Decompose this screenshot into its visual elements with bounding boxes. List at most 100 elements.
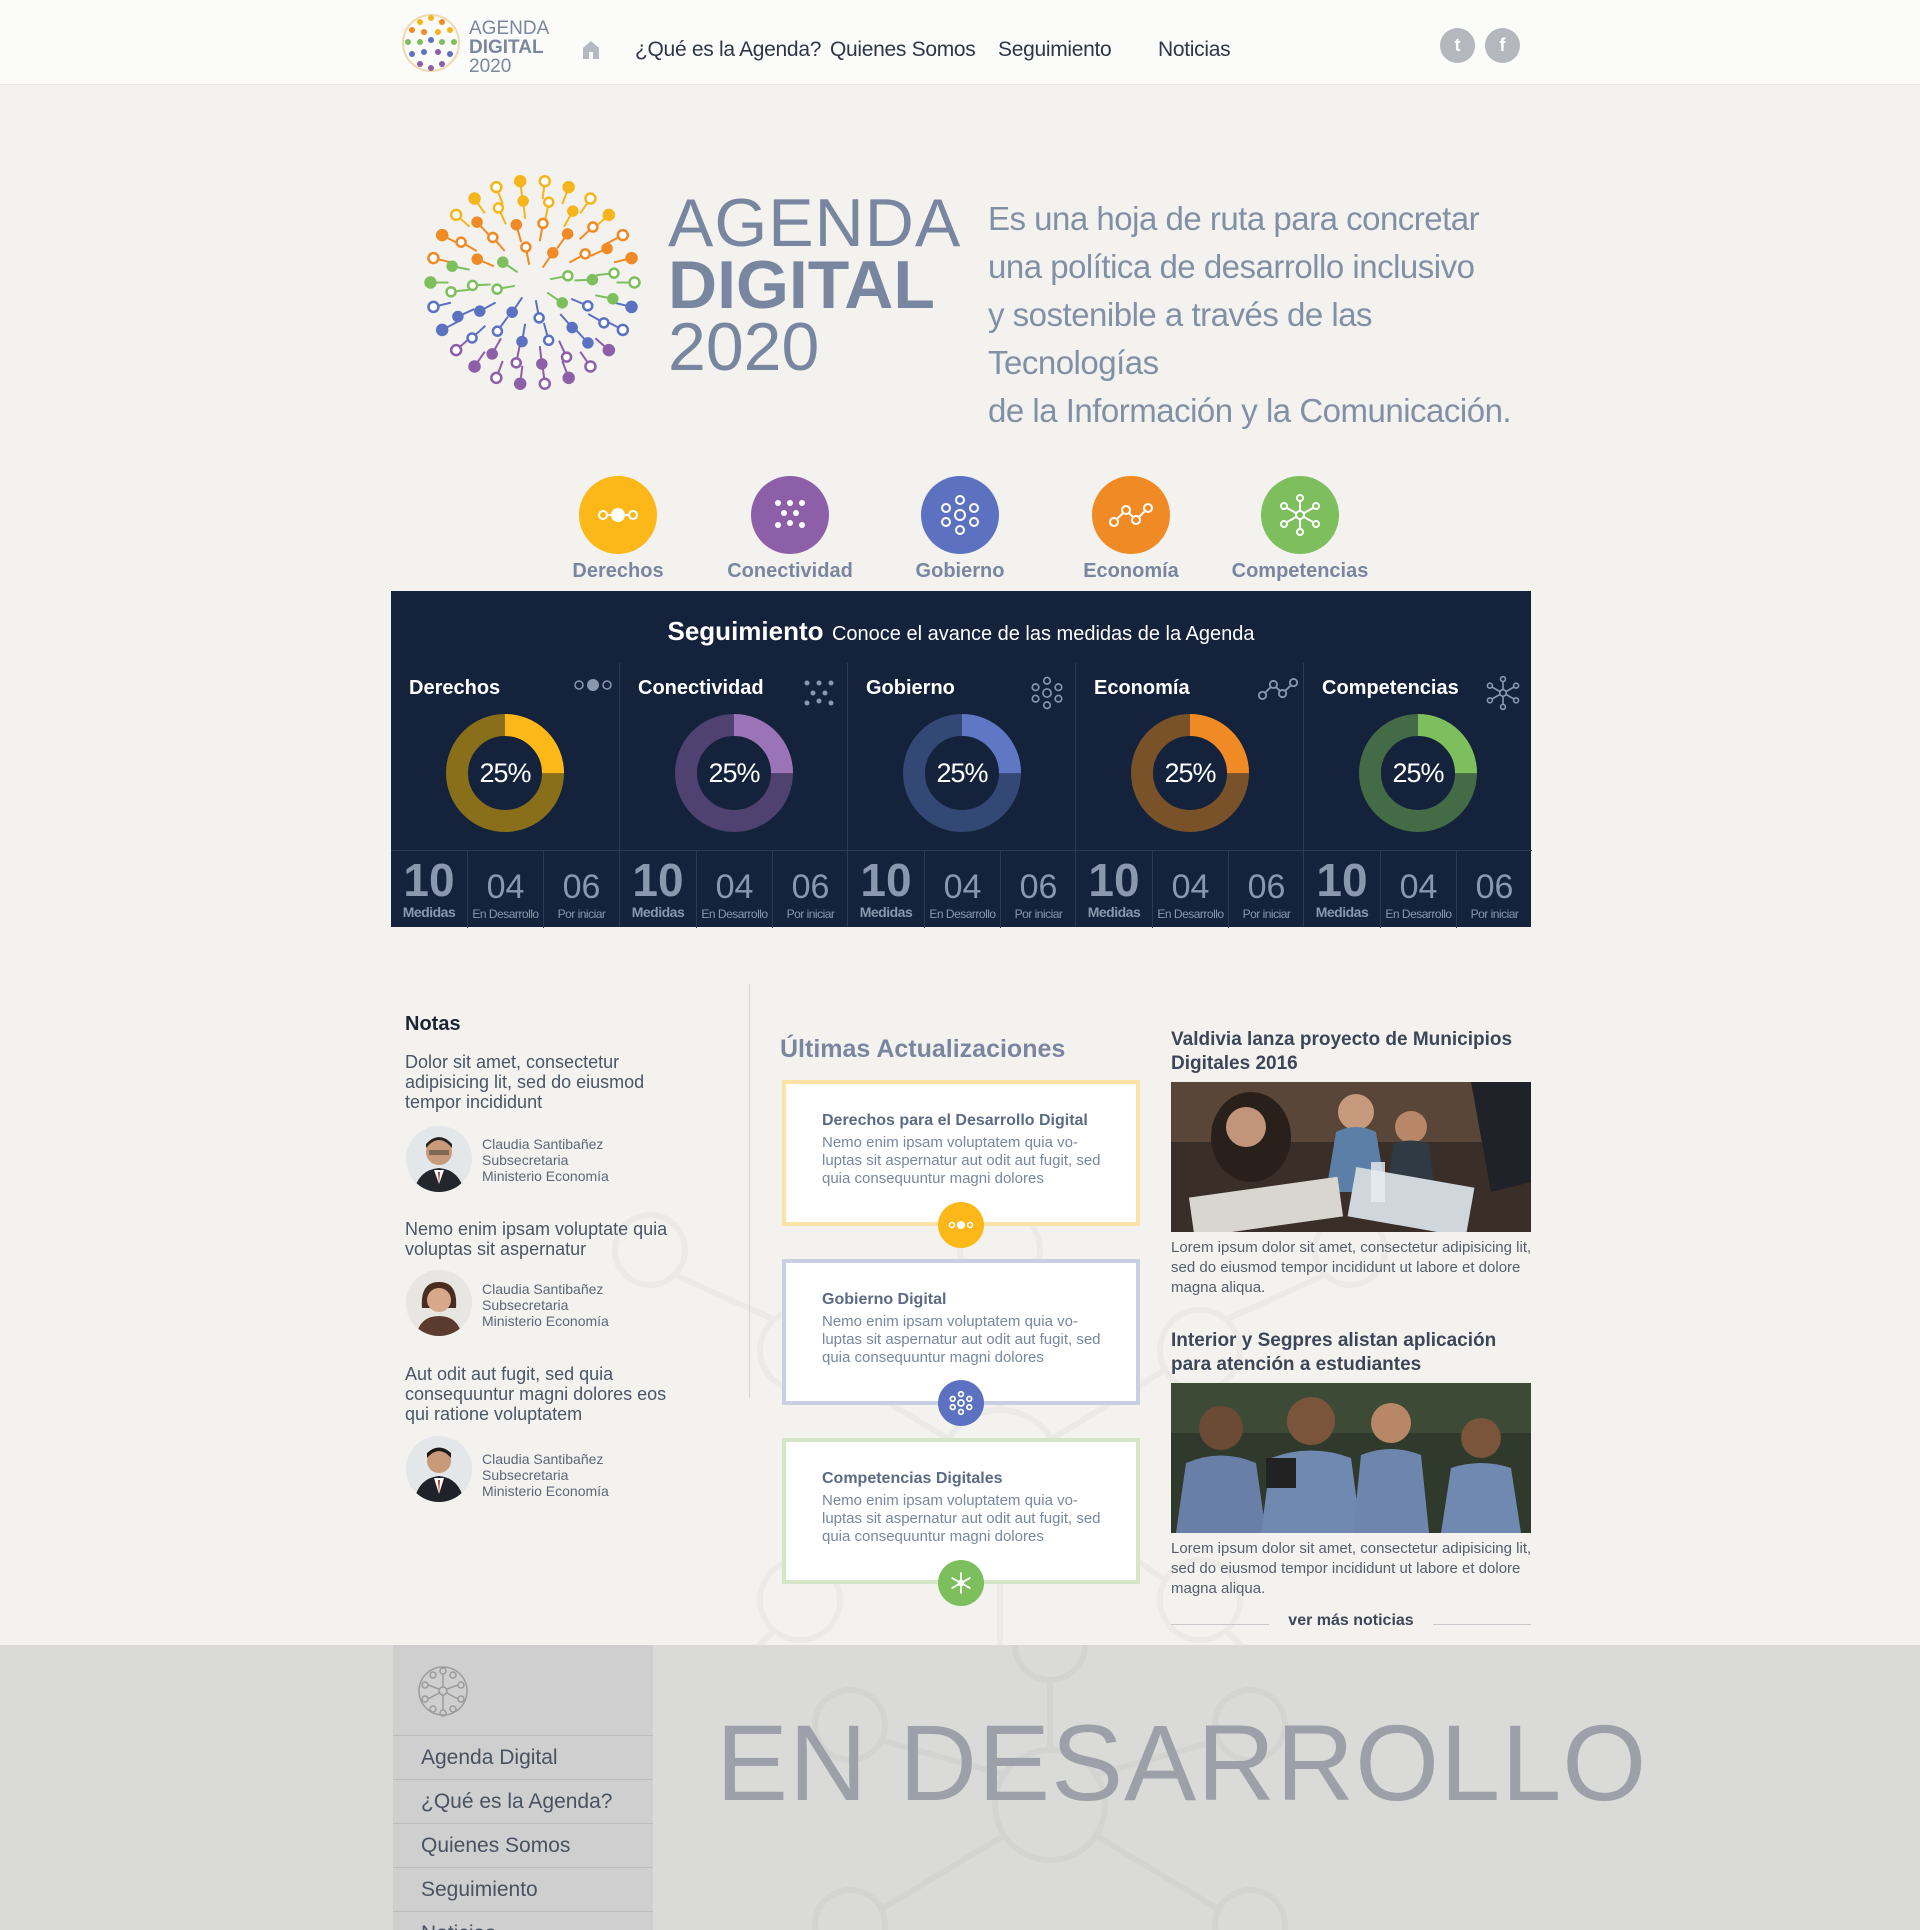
stat-value: 04	[1171, 868, 1210, 906]
agenda-footer-logo-icon[interactable]	[415, 1663, 471, 1719]
logo-node	[445, 286, 457, 298]
stat-value: 04	[1399, 868, 1438, 906]
author-role: Subsecretaria	[482, 1297, 569, 1313]
nav-quienes-somos[interactable]: Quienes Somos	[830, 38, 976, 62]
stats-row: 10 Medidas 04 En Desarrollo 06 Por iniciar	[848, 850, 1076, 928]
logo-node	[602, 343, 616, 357]
stat-por-iniciar: 06 Por iniciar	[772, 851, 848, 928]
economia-icon	[1257, 675, 1299, 711]
logo-line-2: DIGITAL	[469, 37, 544, 58]
logo-node	[449, 343, 463, 357]
stat-medidas: 10 Medidas	[391, 851, 467, 928]
category-conectividad[interactable]: Conectividad	[720, 476, 860, 583]
stat-label: Por iniciar	[1242, 907, 1291, 921]
logo-wordmark[interactable]: AGENDA DIGITAL 2020	[469, 19, 549, 76]
gobierno-icon	[938, 1380, 984, 1426]
footer-nav-que-es-la-agenda[interactable]: ¿Qué es la Agenda?	[393, 1779, 653, 1823]
stat-value: 06	[791, 868, 830, 906]
category-economia[interactable]: Economía	[1061, 476, 1201, 583]
nav-seguimiento[interactable]: Seguimiento	[998, 38, 1112, 62]
footer-nav-noticias[interactable]: Noticias	[393, 1911, 653, 1930]
agenda-logo-icon[interactable]	[400, 12, 462, 74]
logo-node	[468, 192, 481, 205]
nav-noticias[interactable]: Noticias	[1158, 38, 1231, 62]
logo-node	[556, 297, 568, 309]
logo-node	[584, 192, 597, 205]
logo-node	[582, 300, 594, 312]
author-name: Claudia Santibañez	[482, 1451, 604, 1467]
facebook-icon[interactable]: f	[1485, 28, 1520, 63]
seguimiento-column[interactable]: Economía 25% 10 Medidas 04 En Desarrollo 06 Por…	[1075, 663, 1304, 928]
hero-title: AGENDA DIGITAL 2020	[668, 189, 961, 385]
category-gobierno[interactable]: Gobierno	[890, 476, 1030, 583]
stat-label: En Desarrollo	[472, 907, 539, 921]
author-role: Subsecretaria	[482, 1467, 569, 1483]
stat-value: 06	[562, 868, 601, 906]
competencias-icon	[1485, 675, 1521, 711]
news-image[interactable]	[1171, 1082, 1531, 1232]
note-quote[interactable]: Nemo enim ipsam voluptate quia voluptas …	[405, 1219, 675, 1259]
logo-node	[471, 216, 483, 228]
news-title[interactable]: Interior y Segpres alistan aplicación pa…	[1171, 1329, 1531, 1377]
news-title[interactable]: Valdivia lanza proyecto de Municipios Di…	[1171, 1028, 1531, 1076]
seguimiento-column[interactable]: Derechos 25% 10 Medidas 04 En Desarrollo 06 Por…	[391, 663, 619, 928]
stat-en-desarrollo: 04 En Desarrollo	[467, 851, 543, 928]
author-role: Subsecretaria	[482, 1152, 569, 1168]
news-image[interactable]	[1171, 1383, 1531, 1533]
logo-node	[537, 217, 549, 230]
seguimiento-column[interactable]: Gobierno 25% 10 Medidas 04 En Desarrollo 06 Por…	[847, 663, 1076, 928]
note-author: Claudia Santibañez Subsecretaria Ministe…	[482, 1136, 609, 1184]
logo-node	[516, 335, 528, 348]
competencias-icon	[938, 1560, 984, 1606]
logo-node	[560, 351, 573, 363]
logo-node	[616, 228, 630, 242]
logo-node	[490, 371, 503, 385]
home-icon[interactable]	[582, 40, 600, 60]
nav-que-es-la-agenda[interactable]: ¿Qué es la Agenda?	[635, 38, 821, 62]
footer-nav-agenda-digital[interactable]: Agenda Digital	[393, 1735, 653, 1779]
logo-node	[468, 360, 481, 373]
progress-percent: 25%	[708, 758, 760, 788]
stat-value: 04	[943, 868, 982, 906]
note-quote[interactable]: Aut odit aut fugit, sed quia consequuntu…	[405, 1364, 675, 1424]
footer-nav-quienes-somos[interactable]: Quienes Somos	[393, 1823, 653, 1867]
notas-title: Notas	[405, 1013, 461, 1035]
logo-node	[435, 228, 449, 242]
logo-node	[562, 180, 575, 194]
category-derechos[interactable]: Derechos	[548, 476, 688, 583]
avatar	[406, 1126, 472, 1192]
hero-description: Es una hoja de ruta para concretar una p…	[988, 195, 1548, 435]
seguimiento-column[interactable]: Competencias 25% 10 Medidas 04 En Desarrollo 0…	[1303, 663, 1532, 928]
footer-nav-seguimiento[interactable]: Seguimiento	[393, 1867, 653, 1911]
stat-value: 10	[860, 854, 912, 906]
logo-node	[455, 236, 467, 248]
logo-node	[536, 358, 548, 370]
category-label: Competencias	[1231, 560, 1369, 582]
stat-value: 04	[715, 868, 754, 906]
seguimiento-column[interactable]: Conectividad 25% 10 Medidas 04 En Desarrollo 0…	[619, 663, 848, 928]
hero-title-line-3: 2020	[668, 309, 820, 385]
category-competencias[interactable]: Competencias	[1230, 476, 1370, 583]
logo-node	[587, 221, 599, 233]
logo-node	[538, 377, 552, 391]
ver-mas-noticias[interactable]: ver más noticias	[1171, 1612, 1531, 1632]
logo-node	[625, 300, 638, 314]
logo-node	[506, 306, 518, 318]
update-card-title: Derechos para el Desarrollo Digital	[822, 1112, 1088, 1129]
stat-en-desarrollo: 04 En Desarrollo	[696, 851, 772, 928]
stat-label: En Desarrollo	[701, 907, 768, 921]
gobierno-icon	[1029, 675, 1065, 711]
top-navbar: AGENDA DIGITAL 2020 ¿Qué es la Agenda? Q…	[0, 0, 1920, 85]
seguimiento-column-title: Gobierno	[866, 677, 955, 699]
seguimiento-panel: Seguimiento Conoce el avance de las medi…	[391, 591, 1532, 928]
logo-node	[538, 174, 552, 188]
ver-mas-link[interactable]: ver más noticias	[1171, 1612, 1531, 1630]
twitter-icon[interactable]: t	[1440, 28, 1475, 63]
logo-line-1: AGENDA	[469, 18, 550, 39]
progress-percent: 25%	[1392, 758, 1444, 788]
stat-label: Medidas	[1087, 904, 1141, 920]
logo-node	[452, 310, 464, 323]
logo-node	[513, 377, 527, 391]
logo-node	[449, 208, 463, 222]
note-quote[interactable]: Dolor sit amet, consectetur adipisicing …	[405, 1052, 675, 1112]
